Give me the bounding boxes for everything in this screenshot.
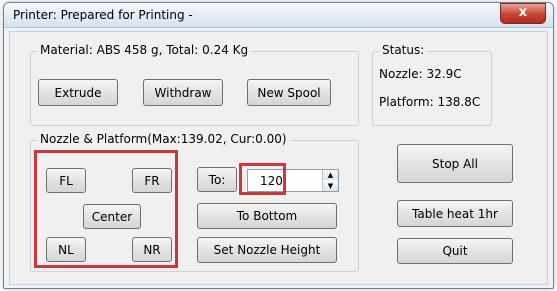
printer-dialog-window: Printer: Prepared for Printing - x Mater… — [3, 2, 554, 289]
close-icon[interactable]: x — [500, 3, 546, 24]
table-heat-button[interactable]: Table heat 1hr — [397, 200, 513, 227]
nozzle-platform-group-title: Nozzle & Platform(Max:139.02, Cur:0.00) — [37, 132, 290, 146]
platform-temperature: Platform: 138.8C — [379, 95, 481, 109]
fl-button[interactable]: FL — [46, 168, 86, 193]
extrude-button[interactable]: Extrude — [38, 79, 118, 106]
dialog-client-area: Material: ABS 458 g, Total: 0.24 Kg Extr… — [9, 31, 548, 285]
to-label-button[interactable]: To: — [197, 167, 237, 192]
stop-all-button[interactable]: Stop All — [397, 144, 513, 183]
nl-button[interactable]: NL — [46, 237, 86, 262]
to-bottom-button[interactable]: To Bottom — [197, 203, 337, 229]
quit-button[interactable]: Quit — [397, 238, 513, 264]
material-group-title: Material: ABS 458 g, Total: 0.24 Kg — [37, 43, 252, 57]
window-title: Printer: Prepared for Printing - — [13, 8, 193, 22]
nr-button[interactable]: NR — [132, 237, 172, 262]
spin-down-icon[interactable]: ▼ — [322, 181, 338, 191]
status-group: Status: Nozzle: 32.9C Platform: 138.8C — [372, 43, 492, 126]
spin-up-icon[interactable]: ▲ — [322, 170, 338, 180]
nozzle-temperature: Nozzle: 32.9C — [379, 67, 462, 81]
fr-button[interactable]: FR — [132, 168, 172, 193]
material-group: Material: ABS 458 g, Total: 0.24 Kg Extr… — [30, 43, 359, 126]
set-nozzle-height-button[interactable]: Set Nozzle Height — [197, 237, 337, 263]
center-button[interactable]: Center — [83, 204, 141, 229]
status-group-title: Status: — [379, 43, 428, 57]
title-bar[interactable]: Printer: Prepared for Printing - x — [4, 3, 553, 28]
height-input-highlight — [239, 163, 286, 195]
new-spool-button[interactable]: New Spool — [247, 79, 331, 106]
withdraw-button[interactable]: Withdraw — [143, 79, 223, 106]
